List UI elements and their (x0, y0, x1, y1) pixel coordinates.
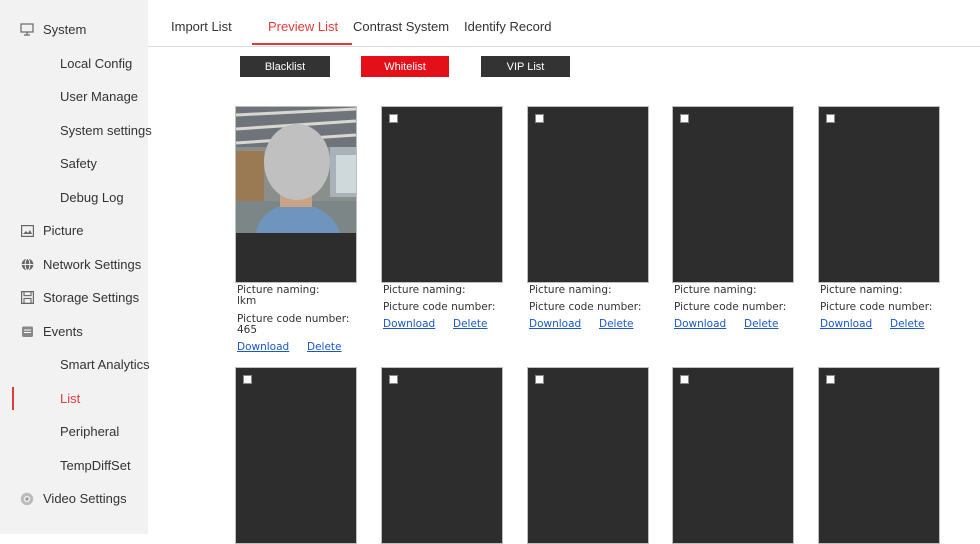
sidebar-item-label: Video Settings (43, 491, 127, 506)
sidebar-item-tempdiffset[interactable]: TempDiffSet (0, 449, 148, 482)
sidebar-item-label: Smart Analytics (60, 357, 150, 372)
broken-image-icon (826, 114, 835, 123)
sidebar-item-events[interactable]: Events (0, 315, 148, 348)
card-picture (527, 106, 649, 283)
sidebar-item-system-settings[interactable]: System settings (0, 114, 152, 147)
broken-image-icon (389, 375, 398, 384)
delete-link[interactable]: Delete (453, 318, 488, 330)
sidebar-item-picture[interactable]: Picture (0, 214, 148, 247)
picture-code-label: Picture code number: (820, 301, 933, 313)
sidebar-item-label: Peripheral (60, 424, 120, 439)
sidebar-item-system[interactable]: System (0, 13, 148, 46)
sidebar-item-label: Picture (43, 223, 84, 238)
sidebar-item-safety[interactable]: Safety (0, 147, 148, 180)
picture-code-label: Picture code number: (674, 301, 787, 313)
card-picture (527, 367, 649, 544)
broken-image-icon (680, 114, 689, 123)
sidebar-item-label: User Manage (60, 89, 139, 104)
face-photo (236, 107, 356, 233)
card-picture (818, 106, 940, 283)
tab-identify-record[interactable]: Identify Record (464, 19, 551, 34)
sidebar-item-label: Storage Settings (43, 290, 140, 305)
sidebar-item-label: System settings (60, 123, 152, 138)
tab-import-list[interactable]: Import List (171, 19, 232, 34)
globe-icon (20, 258, 34, 272)
whitelist-button[interactable]: Whitelist (361, 56, 449, 77)
sidebar-item-list[interactable]: List (0, 382, 148, 415)
delete-link[interactable]: Delete (599, 318, 634, 330)
card-picture (672, 106, 794, 283)
card-picture (235, 106, 357, 283)
tab-preview-list[interactable]: Preview List (268, 19, 338, 34)
card-picture (235, 367, 357, 544)
sidebar-item-peripheral[interactable]: Peripheral (0, 415, 148, 448)
sidebar-item-label: Local Config (60, 56, 133, 71)
sidebar: System Local Config User Manage System s… (0, 0, 152, 534)
picture-naming-label: Picture naming: (383, 284, 466, 296)
broken-image-icon (389, 114, 398, 123)
sidebar-item-video-settings[interactable]: Video Settings (0, 482, 148, 515)
sidebar-item-local-config[interactable]: Local Config (0, 47, 148, 80)
blacklist-button[interactable]: Blacklist (240, 56, 330, 77)
sidebar-item-label: Events (43, 324, 83, 339)
broken-image-icon (535, 114, 544, 123)
card-picture (381, 367, 503, 544)
sidebar-item-label: Network Settings (43, 257, 142, 272)
download-link[interactable]: Download (674, 318, 726, 330)
sidebar-item-user-manage[interactable]: User Manage (0, 80, 148, 113)
tab-bar: Import List Preview List Contrast System… (148, 0, 980, 47)
sidebar-item-smart-analytics[interactable]: Smart Analytics (0, 348, 150, 381)
card-picture (818, 367, 940, 544)
broken-image-icon (243, 375, 252, 384)
tab-contrast-system[interactable]: Contrast System (353, 19, 449, 34)
delete-link[interactable]: Delete (744, 318, 779, 330)
picture-code-label: Picture code number: (383, 301, 496, 313)
download-link[interactable]: Download (383, 318, 435, 330)
broken-image-icon (535, 375, 544, 384)
picture-naming-label: Picture naming: (529, 284, 612, 296)
active-tab-indicator (252, 43, 352, 45)
sidebar-item-label: Debug Log (60, 190, 124, 205)
sidebar-item-storage-settings[interactable]: Storage Settings (0, 281, 148, 314)
delete-link[interactable]: Delete (307, 341, 342, 353)
sidebar-item-label: System (43, 22, 87, 37)
picture-naming-label: Picture naming: (820, 284, 903, 296)
sidebar-item-label: List (60, 391, 81, 406)
delete-link[interactable]: Delete (890, 318, 925, 330)
download-link[interactable]: Download (820, 318, 872, 330)
picture-icon (20, 224, 34, 238)
broken-image-icon (826, 375, 835, 384)
floppy-icon (20, 291, 34, 305)
vip-list-button[interactable]: VIP List (481, 56, 570, 77)
sidebar-item-label: Safety (60, 156, 97, 171)
monitor-icon (20, 23, 34, 37)
download-link[interactable]: Download (529, 318, 581, 330)
sidebar-item-network-settings[interactable]: Network Settings (0, 248, 148, 281)
picture-naming-label: Picture naming: (674, 284, 757, 296)
sidebar-item-debug-log[interactable]: Debug Log (0, 181, 148, 214)
download-link[interactable]: Download (237, 341, 289, 353)
card-picture (672, 367, 794, 544)
picture-naming-value: lkm (237, 295, 257, 307)
camera-icon (20, 492, 34, 506)
card-picture (381, 106, 503, 283)
broken-image-icon (680, 375, 689, 384)
picture-code-label: Picture code number: (529, 301, 642, 313)
sidebar-item-label: TempDiffSet (60, 458, 131, 473)
picture-code-value: 465 (237, 324, 258, 336)
events-icon (20, 325, 34, 339)
